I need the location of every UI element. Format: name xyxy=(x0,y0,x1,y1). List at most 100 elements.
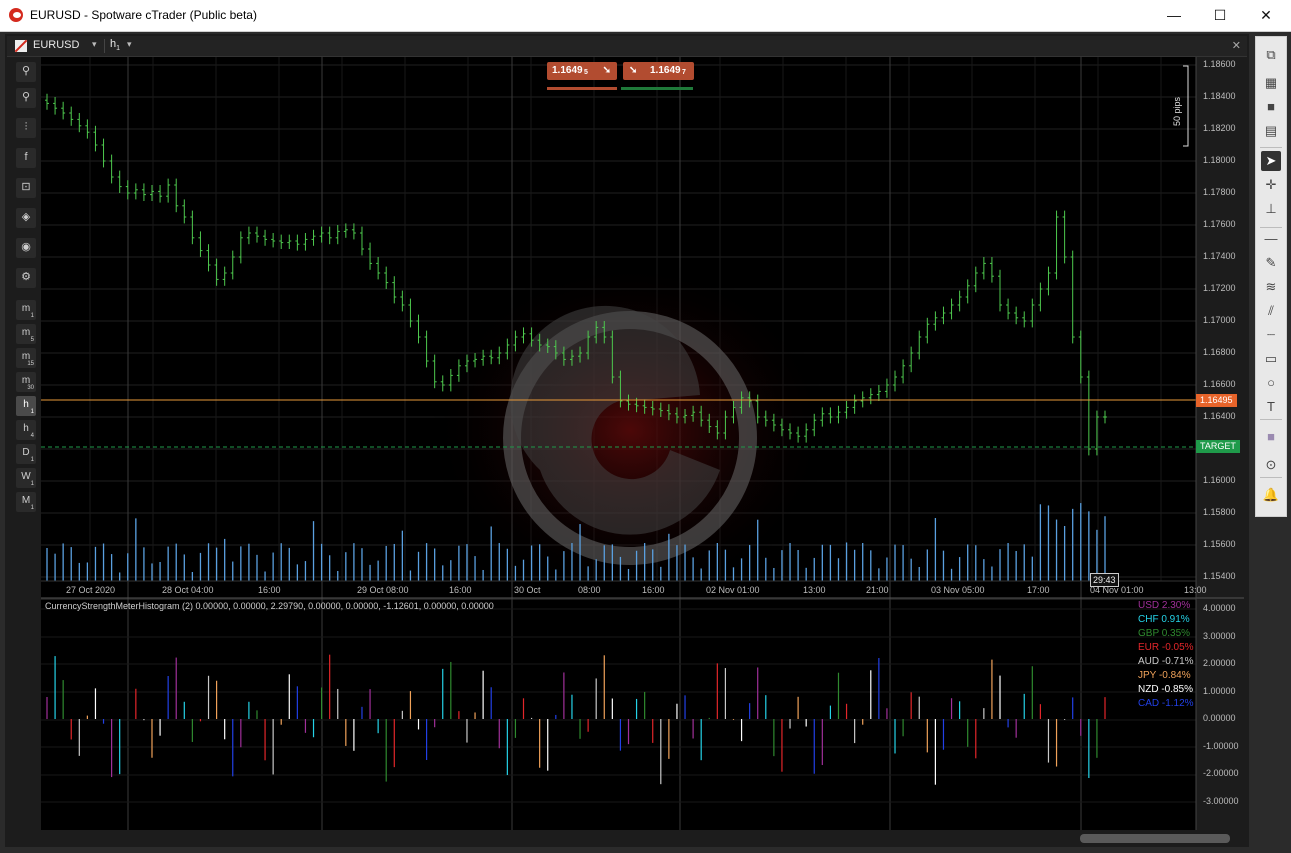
price-label: 1.15400 xyxy=(1203,571,1236,581)
timeframe-button-label: m xyxy=(21,327,31,338)
ellipse-icon[interactable]: ○ xyxy=(1261,373,1281,393)
timeframe-button-sub: 30 xyxy=(27,385,34,391)
timeframe-button-m1[interactable]: m1 xyxy=(16,300,36,320)
close-chart-icon[interactable]: ✕ xyxy=(1232,39,1241,52)
layout-split-icon[interactable]: ▤ xyxy=(1261,121,1281,141)
time-label: 17:00 xyxy=(1027,585,1050,595)
currency-strength-jpy: JPY -0.84% xyxy=(1138,670,1191,681)
sell-button[interactable]: 1.1649 5 ➘ xyxy=(547,62,617,80)
buy-button[interactable]: ➘ 1.1649 7 xyxy=(623,62,694,80)
indicator-axis-label: -1.00000 xyxy=(1203,740,1239,751)
indicator-axis-label: -3.00000 xyxy=(1203,795,1239,806)
target-tag[interactable]: TARGET xyxy=(1196,440,1240,453)
symbol-bar: EURUSD ▾ h1 ▾ ✕ xyxy=(7,36,1247,57)
price-label: 1.18400 xyxy=(1203,91,1236,101)
currency-strength-eur: EUR -0.05% xyxy=(1138,642,1194,653)
buy-price-sub: 7 xyxy=(682,69,686,76)
title-bar: EURUSD - Spotware cTrader (Public beta) … xyxy=(0,0,1291,32)
time-label: 28 Oct 04:00 xyxy=(162,585,214,595)
timeframe-button-label: h xyxy=(23,399,29,410)
chart-type-icon[interactable]: ⧉ xyxy=(1261,45,1281,65)
timeframe-button-m15[interactable]: m 15 xyxy=(16,348,36,368)
color-icon[interactable]: ■ xyxy=(1261,427,1281,447)
layout-single-icon[interactable]: ■ xyxy=(1261,97,1281,117)
timeframe-dropdown-icon[interactable]: ▾ xyxy=(127,39,132,50)
price-label: 1.15800 xyxy=(1203,507,1236,517)
cursor-icon[interactable]: ➤ xyxy=(1261,151,1281,171)
timeframe-button-label: D xyxy=(22,447,30,458)
time-label: 16:00 xyxy=(449,585,472,595)
fibonacci-icon[interactable]: ≋ xyxy=(1261,277,1281,297)
time-label: 02 Nov 01:00 xyxy=(706,585,760,595)
price-label: 1.17800 xyxy=(1203,187,1236,197)
magnet-icon[interactable]: ⊥ xyxy=(1261,199,1281,219)
indicator-axis-label: 3.00000 xyxy=(1203,630,1236,641)
timeframe-button-W1[interactable]: W1 xyxy=(16,468,36,488)
timeframe-button-D1[interactable]: D1 xyxy=(16,444,36,464)
zoom-in-icon[interactable]: ⚲ xyxy=(16,62,36,82)
facebook-icon[interactable]: f xyxy=(16,148,36,168)
price-label: 1.17600 xyxy=(1203,219,1236,229)
crosshair-icon[interactable]: ✛ xyxy=(1261,175,1281,195)
time-label: 21:00 xyxy=(866,585,889,595)
window-title: EURUSD - Spotware cTrader (Public beta) xyxy=(30,8,257,22)
indicator-axis-label: -2.00000 xyxy=(1203,768,1239,778)
timeframe-button-h4[interactable]: h4 xyxy=(16,420,36,440)
sell-price: 1.1649 xyxy=(552,65,583,76)
layout-grid-icon[interactable]: ▦ xyxy=(1261,73,1281,93)
eye-icon[interactable]: ◉ xyxy=(16,238,36,258)
zoom-out-icon[interactable]: ⚲ xyxy=(16,88,36,108)
pencil-icon[interactable]: ✎ xyxy=(1261,253,1281,273)
timeframe-button-sub: 1 xyxy=(30,505,34,511)
symbol-flag-icon xyxy=(15,40,27,52)
timeframe-button-label: h xyxy=(23,423,29,434)
indicator-axis-label: 4.00000 xyxy=(1203,603,1236,613)
currency-strength-gbp: GBP 0.35% xyxy=(1138,628,1191,639)
close-window-button[interactable]: ✕ xyxy=(1243,0,1289,31)
text-icon[interactable]: T xyxy=(1261,397,1281,417)
timeframe-selector[interactable]: h1 xyxy=(110,38,120,52)
camera-icon[interactable]: ⊙ xyxy=(1261,455,1281,475)
current-price-tag: 1.16495 xyxy=(1196,394,1237,407)
chart-scrollbar[interactable] xyxy=(1080,834,1230,843)
left-toolbar: ⚲ ⚲ ⫶ f ⊡ ◈ ◉ ⚙ m 1 m 5 m 15 m 30 h 1 h 4 D 1 W 1 M 1 xyxy=(12,58,40,518)
timeframe-button-m30[interactable]: m 30 xyxy=(16,372,36,392)
currency-strength-aud: AUD -0.71% xyxy=(1138,656,1194,667)
ctrader-logo-icon xyxy=(9,8,23,22)
symbol-dropdown-icon[interactable]: ▾ xyxy=(92,39,97,50)
time-label: 13:00 xyxy=(1184,585,1207,595)
minimize-button[interactable]: — xyxy=(1151,0,1197,31)
indicator-title[interactable]: CurrencyStrengthMeterHistogram (2) 0.000… xyxy=(45,601,494,611)
timeframe-button-label: m xyxy=(21,303,31,314)
price-label: 1.18000 xyxy=(1203,155,1236,165)
ruler-icon[interactable]: ┈ xyxy=(1261,325,1281,345)
symbol-bar-divider xyxy=(104,39,105,53)
horizontal-line-icon[interactable]: — xyxy=(1261,229,1281,249)
time-label: 03 Nov 05:00 xyxy=(931,585,985,595)
time-label: 30 Oct xyxy=(514,585,541,595)
settings-icon[interactable]: ⚙ xyxy=(16,268,36,288)
timeframe-button-label: M xyxy=(21,495,31,506)
price-label: 1.18200 xyxy=(1203,123,1236,133)
channel-icon[interactable]: ⫽ xyxy=(1261,301,1281,321)
price-label: 1.16400 xyxy=(1203,411,1236,421)
symbol-name[interactable]: EURUSD xyxy=(33,39,79,51)
currency-strength-cad: CAD -1.12% xyxy=(1138,698,1194,709)
timeframe-button-m5[interactable]: m5 xyxy=(16,324,36,344)
toolbar-separator xyxy=(1260,227,1282,228)
timeframe-button-sub: 1 xyxy=(30,409,34,415)
sell-price-sub: 5 xyxy=(584,69,588,76)
rectangle-icon[interactable]: ▭ xyxy=(1261,349,1281,369)
right-toolbar: ⧉ ▦ ■ ▤ ➤ ✛ ⊥ — ✎ ≋ ⫽ ┈ ▭ ○ T ■ ⊙ 🔔 xyxy=(1255,36,1287,517)
robot-icon[interactable]: ⊡ xyxy=(16,178,36,198)
time-label: 27 Oct 2020 xyxy=(66,585,116,595)
layers-icon[interactable]: ◈ xyxy=(16,208,36,228)
buy-price: 1.1649 xyxy=(650,65,681,76)
price-label: 1.17200 xyxy=(1203,283,1236,293)
maximize-button[interactable]: ☐ xyxy=(1197,0,1243,31)
timeframe-button-h1[interactable]: h1 xyxy=(16,396,36,416)
alert-icon[interactable]: 🔔 xyxy=(1261,485,1281,505)
price-label: 1.16600 xyxy=(1203,379,1236,389)
timeframe-button-M1[interactable]: M1 xyxy=(16,492,36,512)
indicators-icon[interactable]: ⫶ xyxy=(16,118,36,138)
